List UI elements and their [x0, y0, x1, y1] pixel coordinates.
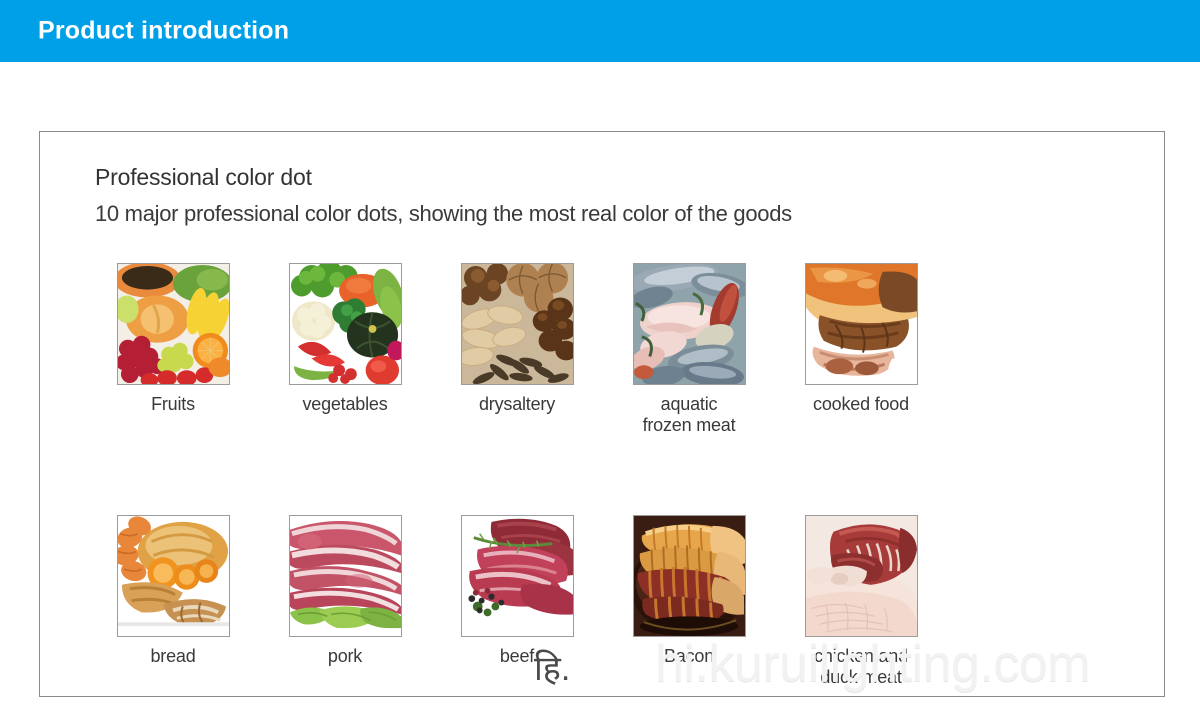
- grid-item-label: pork: [327, 645, 363, 666]
- fruits-photo: [116, 263, 230, 385]
- pork-photo: [288, 514, 402, 637]
- grid-item-label: aquatic frozen meat: [642, 394, 736, 435]
- grid-item-label: drysaltery: [478, 394, 556, 414]
- grid-item-label: chicken and duck meat: [814, 645, 908, 687]
- grid-item-bread[interactable]: bread: [87, 514, 259, 688]
- cooked-food-photo: [804, 263, 918, 385]
- page-title: Product introduction: [38, 16, 290, 45]
- grid-item-label: vegetables: [302, 394, 388, 414]
- grid-item-label: bread: [150, 645, 196, 666]
- grid-item-bacon[interactable]: Bacon: [603, 514, 775, 688]
- bacon-photo: [632, 514, 746, 637]
- grid-item-label: cooked food: [813, 394, 909, 414]
- color-dot-grid: Fruits vegetables drysaltery aquatic fro…: [87, 263, 1117, 688]
- beef-photo: [460, 514, 574, 637]
- product-introduction-panel: Professional color dot 10 major professi…: [39, 131, 1165, 697]
- grid-row: bread pork beef Bacon chicken and duck m…: [87, 514, 1117, 688]
- grid-item-vegetables[interactable]: vegetables: [259, 263, 431, 436]
- page-header-bar: Product introduction: [0, 0, 1200, 62]
- grid-item-beef[interactable]: beef: [431, 514, 603, 688]
- grid-item-label: beef: [499, 645, 535, 666]
- grid-item-aquatic-frozen-meat[interactable]: aquatic frozen meat: [603, 263, 775, 436]
- grid-item-drysaltery[interactable]: drysaltery: [431, 263, 603, 436]
- grid-row: Fruits vegetables drysaltery aquatic fro…: [87, 263, 1117, 436]
- vegetables-photo: [288, 263, 402, 385]
- grid-item-label: Fruits: [151, 394, 195, 414]
- grid-item-fruits[interactable]: Fruits: [87, 263, 259, 436]
- grid-item-label: Bacon: [663, 645, 715, 666]
- bread-photo: [116, 514, 230, 637]
- chicken-and-duck-meat-photo: [804, 514, 918, 637]
- aquatic-frozen-meat-photo: [632, 263, 746, 385]
- grid-item-pork[interactable]: pork: [259, 514, 431, 688]
- panel-heading: Professional color dot: [95, 164, 312, 190]
- panel-subheading: 10 major professional color dots, showin…: [95, 201, 792, 226]
- drysaltery-photo: [460, 263, 574, 385]
- grid-item-cooked-food[interactable]: cooked food: [775, 263, 947, 436]
- grid-item-chicken-and-duck-meat[interactable]: chicken and duck meat: [775, 514, 947, 688]
